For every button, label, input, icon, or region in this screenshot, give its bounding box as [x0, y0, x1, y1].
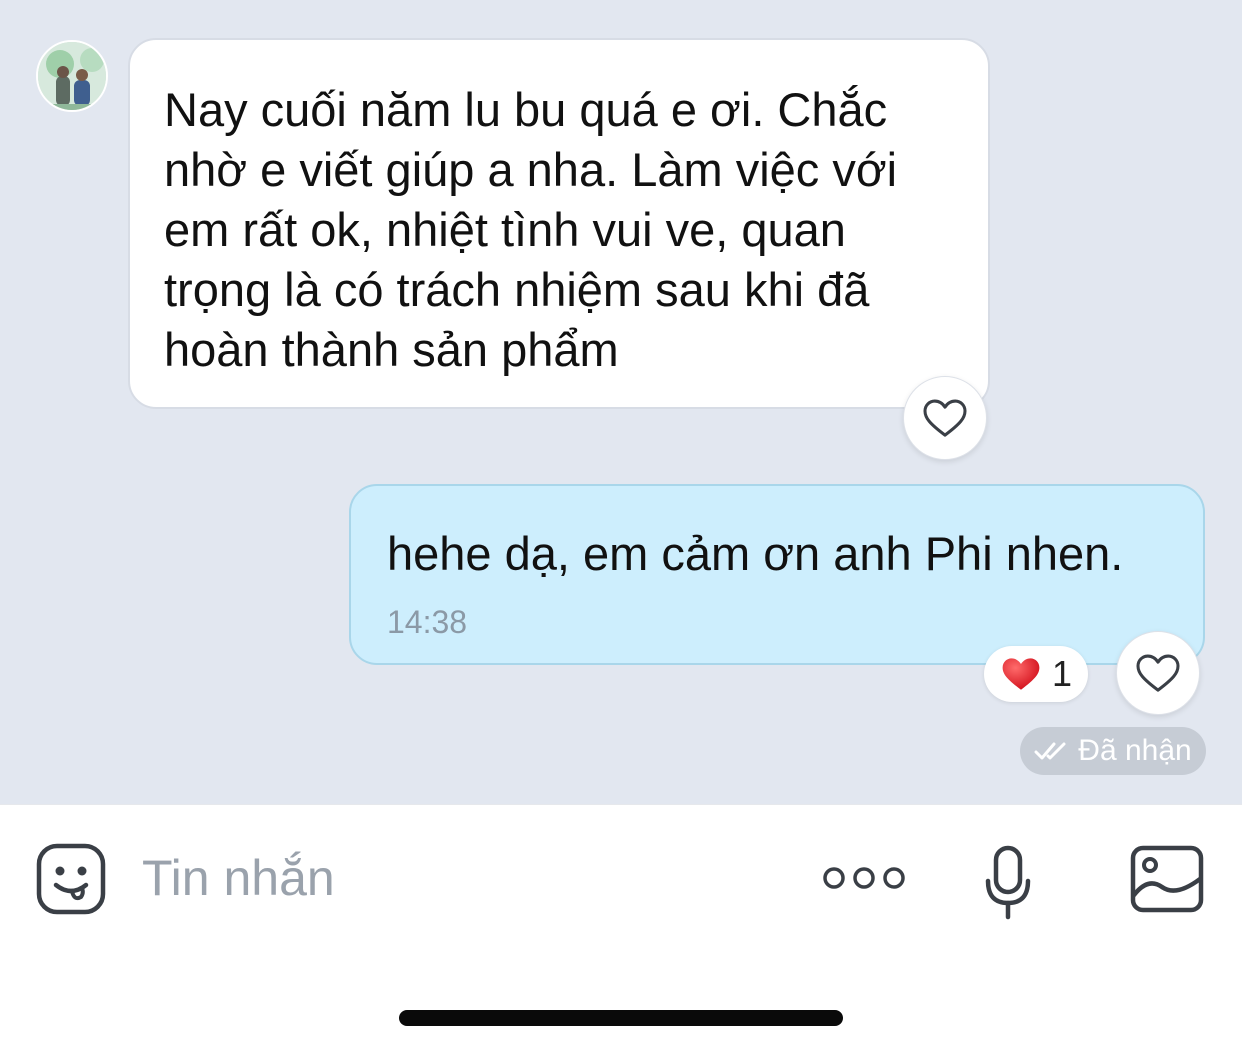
avatar-photo: [38, 42, 106, 110]
delivery-status-label: Đã nhận: [1078, 734, 1192, 767]
reaction-count: 1: [1051, 653, 1073, 694]
outgoing-message-bubble[interactable]: hehe dạ, em cảm ơn anh Phi nhen. 14:38: [349, 484, 1205, 665]
image-picker-button[interactable]: [1130, 845, 1204, 913]
incoming-react-button[interactable]: [903, 376, 987, 460]
chat-area[interactable]: Nay cuối năm lu bu quá e ơi. Chắc nhờ e …: [0, 0, 1242, 804]
sender-avatar[interactable]: [36, 40, 108, 112]
reaction-summary[interactable]: 1: [984, 646, 1088, 702]
heart-outline-icon: [923, 399, 967, 437]
voice-message-button[interactable]: [984, 845, 1032, 921]
double-check-icon: [1034, 742, 1066, 760]
incoming-message-bubble[interactable]: Nay cuối năm lu bu quá e ơi. Chắc nhờ e …: [128, 38, 990, 409]
image-icon: [1130, 845, 1204, 913]
message-time: 14:38: [387, 604, 468, 640]
more-options-button[interactable]: [822, 861, 906, 895]
outgoing-react-button[interactable]: [1116, 631, 1200, 715]
outgoing-message-text: hehe dạ, em cảm ơn anh Phi nhen.: [387, 527, 1124, 580]
microphone-icon: [985, 845, 1031, 920]
message-input[interactable]: [142, 843, 742, 913]
heart-outline-icon: [1136, 654, 1180, 692]
message-composer: [0, 804, 1242, 944]
incoming-message-text: Nay cuối năm lu bu quá e ơi. Chắc nhờ e …: [164, 83, 898, 376]
delivery-status-badge: Đã nhận: [1020, 727, 1206, 775]
more-dots-icon: [823, 867, 905, 889]
home-indicator[interactable]: [399, 1010, 843, 1026]
emoji-button[interactable]: [36, 843, 106, 915]
emoji-face-icon: [36, 843, 106, 915]
heart-filled-icon: [1002, 658, 1040, 690]
